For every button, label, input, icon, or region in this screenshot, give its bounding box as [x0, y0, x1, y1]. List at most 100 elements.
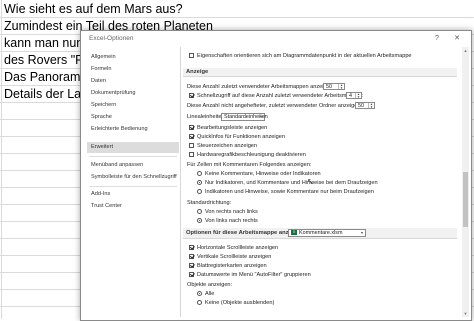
ruler-units-label: Linealeinheiten: [187, 114, 225, 120]
recent-workbooks-spinner[interactable]: 50 ▲ ▼: [323, 83, 345, 90]
option-label: Nur Indikatoren, und Kommentare und Hinw…: [205, 180, 378, 186]
select-value: Kommentare.xlsm: [299, 230, 343, 236]
checkbox-checked[interactable]: [189, 254, 194, 260]
radio-selected[interactable]: [197, 218, 202, 224]
grid-col-line: [1, 0, 2, 319]
objects-all[interactable]: Alle: [197, 290, 214, 298]
options-sidebar: Allgemein Formeln Daten Dokumentprüfung …: [85, 47, 181, 317]
radio[interactable]: [197, 189, 202, 195]
option-control-chars[interactable]: Steuerzeichen anzeigen: [189, 142, 257, 150]
option-quick-access[interactable]: Schnellzugriff auf diese Anzahl zuletzt …: [189, 92, 364, 100]
chevron-down-icon: ▾: [360, 230, 363, 235]
checkbox-checked[interactable]: [189, 134, 194, 140]
checkbox[interactable]: [189, 143, 194, 149]
radio-selected[interactable]: [197, 180, 202, 186]
close-icon[interactable]: ✕: [451, 34, 463, 44]
option-label: Keine (Objekte ausblenden): [205, 300, 275, 306]
option-label: Horizontale Scrollleiste anzeigen: [197, 245, 279, 251]
direction-ltr[interactable]: Von links nach rechts: [197, 217, 258, 225]
checkbox[interactable]: [189, 53, 194, 59]
dialog-title: Excel-Optionen: [89, 35, 134, 42]
cell-text[interactable]: Wie sieht es auf dem Mars aus?: [4, 2, 183, 16]
sidebar-item-sprache[interactable]: Sprache: [87, 112, 179, 123]
comments-label: Für Zellen mit Kommentaren Folgendes anz…: [187, 162, 312, 168]
checkbox-checked[interactable]: [189, 245, 194, 251]
comments-option-indicators-hints[interactable]: Indikatoren und Hinweise, sowie Kommenta…: [197, 188, 374, 196]
sidebar-item-formeln[interactable]: Formeln: [87, 64, 179, 75]
spinner-value: 50: [326, 84, 332, 90]
option-label: Eigenschaften orientieren sich am Diagra…: [197, 53, 412, 59]
recent-workbooks-label: Diese Anzahl zuletzt verwendeter Arbeits…: [187, 84, 335, 90]
sidebar-separator: [89, 186, 177, 187]
sidebar-item-erleichterte-bedienung[interactable]: Erleichterte Bedienung: [87, 124, 179, 135]
checkbox-checked[interactable]: [189, 125, 194, 131]
excel-options-dialog: Excel-Optionen ? ✕ Allgemein Formeln Dat…: [80, 30, 472, 321]
direction-label: Standardrichtung:: [187, 200, 232, 206]
sidebar-item-allgemein[interactable]: Allgemein: [87, 52, 179, 63]
option-label: Hardwaregrafikbeschleunigung deaktiviere…: [197, 152, 306, 158]
option-quickinfo[interactable]: QuickInfos für Funktionen anzeigen: [189, 133, 285, 141]
option-hw-accel[interactable]: Hardwaregrafikbeschleunigung deaktiviere…: [189, 151, 306, 159]
ruler-units-select[interactable]: Standardeinheiten ▾: [221, 113, 268, 121]
content-scrollbar[interactable]: ▲ ▼: [462, 47, 469, 317]
objects-none[interactable]: Keine (Objekte ausblenden): [197, 299, 274, 307]
objects-label: Objekte anzeigen:: [187, 282, 233, 288]
radio[interactable]: [197, 300, 202, 306]
option-sheet-tabs[interactable]: Blattregisterkarten anzeigen: [189, 262, 267, 270]
option-label: Von links nach rechts: [205, 218, 258, 224]
option-label: Datumswerte im Menü "AutoFilter" gruppie…: [197, 272, 311, 278]
spinner-arrows-icon[interactable]: ▲ ▼: [338, 84, 344, 89]
sidebar-item-speichern[interactable]: Speichern: [87, 100, 179, 111]
checkbox-checked[interactable]: [189, 263, 194, 269]
radio-selected[interactable]: [197, 291, 202, 297]
unpinned-folders-spinner[interactable]: 50 ▲ ▼: [355, 102, 375, 109]
unpinned-folders-label: Diese Anzahl nicht angehefteter, zuletzt…: [187, 103, 363, 109]
options-content: Eigenschaften orientieren sich am Diagra…: [183, 47, 459, 317]
option-vscroll[interactable]: Vertikale Scrollleiste anzeigen: [189, 253, 271, 261]
option-group-dates[interactable]: Datumswerte im Menü "AutoFilter" gruppie…: [189, 271, 311, 279]
spinner-value: 4: [349, 93, 352, 99]
scroll-thumb[interactable]: [463, 172, 468, 227]
option-label: Alle: [205, 291, 215, 297]
sidebar-item-schnellzugriff[interactable]: Symbolleiste für den Schnellzugriff: [87, 172, 179, 183]
workbook-select[interactable]: X Kommentare.xlsm ▾: [288, 229, 366, 237]
option-label: Bearbeitungsleiste anzeigen: [197, 125, 268, 131]
option-label: Blattregisterkarten anzeigen: [197, 263, 267, 269]
option-hscroll[interactable]: Horizontale Scrollleiste anzeigen: [189, 244, 278, 252]
mouse-pointer-icon: ↖: [307, 177, 314, 186]
spinner-value: 50: [358, 103, 364, 109]
option-label: Steuerzeichen anzeigen: [197, 143, 258, 149]
sidebar-item-menueband[interactable]: Menüband anpassen: [87, 160, 179, 171]
section-anzeige: Anzeige: [183, 68, 457, 77]
checkbox-checked[interactable]: [189, 272, 194, 278]
sidebar-item-trust-center[interactable]: Trust Center: [87, 201, 179, 212]
sidebar-item-daten[interactable]: Daten: [87, 76, 179, 87]
grid-row-line: [0, 17, 474, 18]
option-label: Schnellzugriff auf diese Anzahl zuletzt …: [197, 93, 364, 99]
option-label: QuickInfos für Funktionen anzeigen: [197, 134, 285, 140]
dialog-titlebar: Excel-Optionen ? ✕: [81, 31, 471, 47]
spinner-arrows-icon[interactable]: ▲ ▼: [355, 93, 361, 98]
option-label: Vertikale Scrollleiste anzeigen: [197, 254, 272, 260]
help-icon[interactable]: ?: [431, 34, 443, 44]
radio[interactable]: [197, 209, 202, 215]
sidebar-item-erweitert[interactable]: Erweitert: [87, 142, 179, 153]
sidebar-item-dokumentpruefung[interactable]: Dokumentprüfung: [87, 88, 179, 99]
sidebar-item-add-ins[interactable]: Add-Ins: [87, 189, 179, 200]
checkbox-checked[interactable]: [189, 93, 194, 99]
checkbox[interactable]: [189, 152, 194, 158]
option-label: Indikatoren und Hinweise, sowie Kommenta…: [205, 189, 374, 195]
quick-access-spinner[interactable]: 4 ▲ ▼: [346, 92, 362, 99]
scroll-down-icon[interactable]: ▼: [462, 310, 469, 317]
option-label: Keine Kommentare, Hinweise oder Indikato…: [205, 171, 321, 177]
direction-rtl[interactable]: Von rechts nach links: [197, 208, 258, 216]
option-formula-bar[interactable]: Bearbeitungsleiste anzeigen: [189, 124, 267, 132]
option-chart-properties[interactable]: Eigenschaften orientieren sich am Diagra…: [189, 52, 412, 60]
comments-option-indicators[interactable]: Nur Indikatoren, und Kommentare und Hinw…: [197, 179, 378, 187]
radio[interactable]: [197, 171, 202, 177]
sidebar-separator: [89, 156, 177, 157]
chevron-down-icon: ▾: [259, 114, 262, 119]
comments-option-none[interactable]: Keine Kommentare, Hinweise oder Indikato…: [197, 170, 321, 178]
spinner-arrows-icon[interactable]: ▲ ▼: [368, 103, 374, 108]
scroll-up-icon[interactable]: ▲: [462, 47, 469, 54]
